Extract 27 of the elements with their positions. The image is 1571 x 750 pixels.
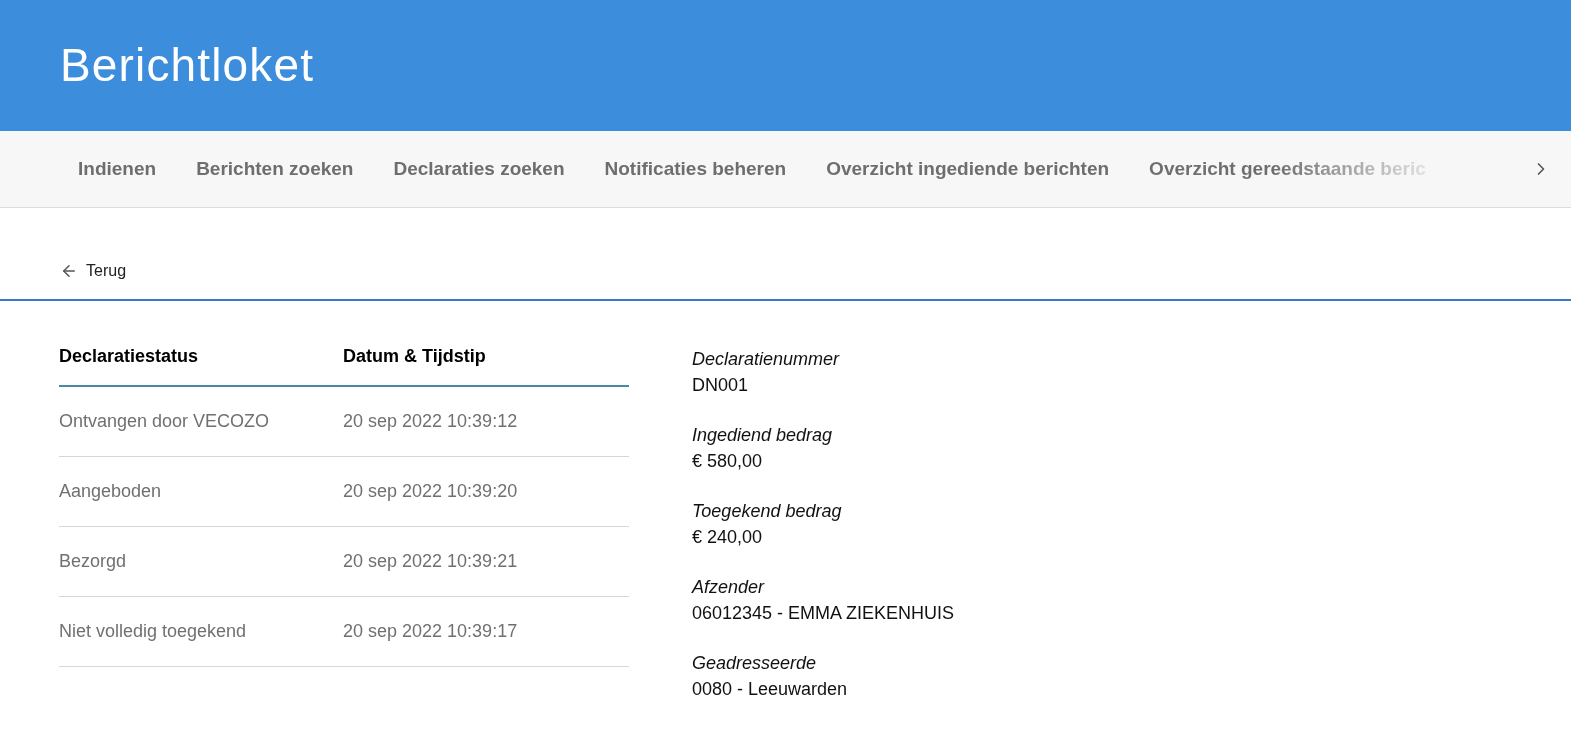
table-cell-text: Ontvangen door VECOZO	[59, 410, 271, 433]
back-link[interactable]: Terug	[60, 258, 127, 283]
nav-tab[interactable]: Overzicht ingediende berichten	[826, 154, 1110, 184]
table-cell-text: Niet volledig toegekend	[59, 620, 248, 643]
detail-label: Declaratienummer	[692, 348, 841, 371]
detail-value: € 240,00	[692, 526, 764, 549]
table-cell-text: 20 sep 2022 10:39:17	[343, 620, 518, 643]
table-cell-text: Bezorgd	[59, 550, 128, 573]
column-header: Datum & Tijdstip	[343, 345, 486, 368]
table-cell-text: 20 sep 2022 10:39:20	[343, 480, 518, 503]
table-cell-text: 20 sep 2022 10:39:12	[343, 410, 518, 433]
table-cell-text: 20 sep 2022 10:39:21	[343, 550, 518, 573]
nav-tab[interactable]: Berichten zoeken	[196, 154, 354, 184]
nav-tab[interactable]: Notificaties beheren	[604, 154, 787, 184]
detail-value: € 580,00	[692, 450, 764, 473]
table-cell-text: Aangeboden	[59, 480, 163, 503]
column-header: Declaratiestatus	[59, 345, 200, 368]
detail-label: Afzender	[692, 576, 766, 599]
detail-label: Ingediend bedrag	[692, 424, 834, 447]
nav-tab[interactable]: Indienen	[78, 154, 157, 184]
detail-label: Toegekend bedrag	[692, 500, 843, 523]
detail-value: 0080 - Leeuwarden	[692, 678, 849, 701]
nav-tab[interactable]: Declaraties zoeken	[393, 154, 565, 184]
app-title: Berichtloket	[60, 38, 315, 93]
detail-value: 06012345 - EMMA ZIEKENHUIS	[692, 602, 955, 625]
detail-value: DN001	[692, 374, 750, 397]
detail-label: Geadresseerde	[692, 652, 818, 675]
